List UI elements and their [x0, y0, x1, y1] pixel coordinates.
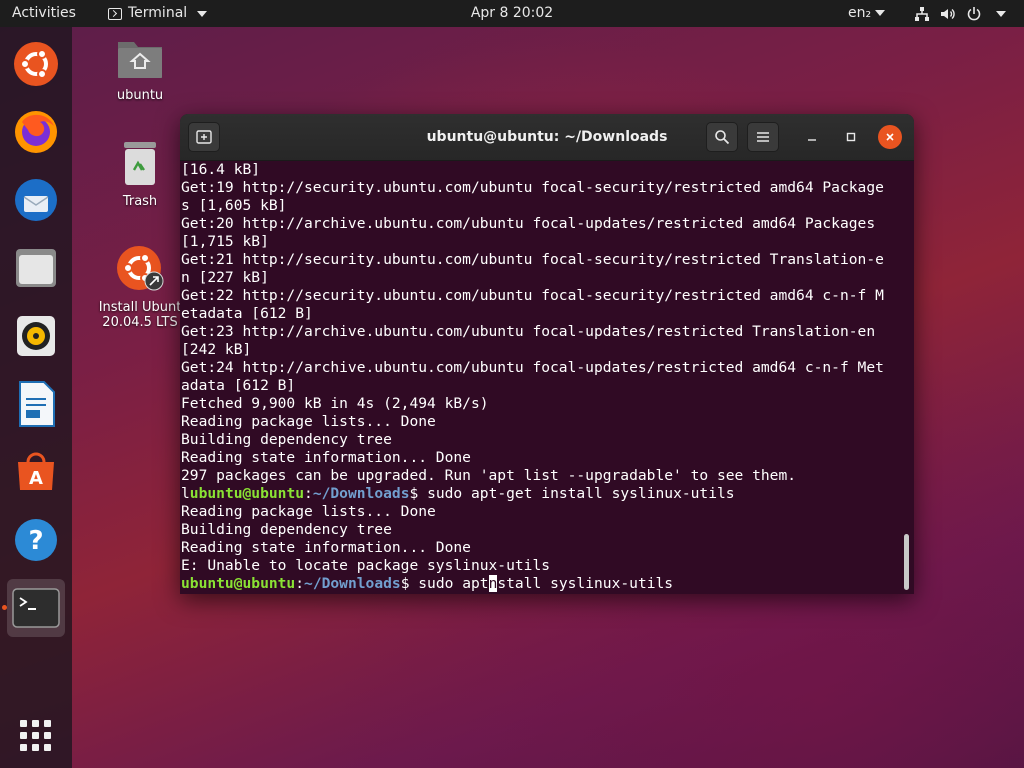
help-icon: ?	[15, 519, 57, 561]
network-icon	[915, 6, 929, 21]
dock-item-install-ubuntu[interactable]	[7, 35, 65, 93]
terminal-line: [16.4 kB]	[181, 161, 261, 178]
hamburger-menu-icon	[757, 132, 769, 142]
terminal-icon	[12, 588, 60, 628]
dock-item-terminal[interactable]	[7, 579, 65, 637]
terminal-line: Reading package lists... Done	[181, 503, 436, 520]
terminal-line: adata [612 B]	[181, 377, 296, 394]
terminal-line: [1,715 kB]	[181, 233, 269, 250]
dock-item-firefox[interactable]	[7, 103, 65, 161]
terminal-line: Get:21 http://security.ubuntu.com/ubuntu…	[181, 251, 884, 268]
volume-icon	[941, 8, 955, 19]
prompt-user: ubuntu@ubuntu	[181, 575, 296, 592]
terminal-line: Get:19 http://security.ubuntu.com/ubuntu…	[181, 179, 884, 196]
stray-char: l	[181, 485, 190, 502]
terminal-scrollbar[interactable]	[904, 534, 909, 590]
top-bar: Activities Terminal Apr 8 20:02 en₂	[0, 0, 1024, 27]
home-folder-icon	[118, 42, 162, 78]
writer-icon	[19, 381, 55, 427]
prompt-dollar: $	[409, 485, 428, 502]
terminal-line: Get:22 http://security.ubuntu.com/ubuntu…	[181, 287, 884, 304]
terminal-line: Reading state information... Done	[181, 539, 471, 556]
prompt-colon: :	[304, 485, 313, 502]
installer-label-line2: 20.04.5 LTS	[102, 315, 178, 330]
new-tab-button[interactable]	[188, 122, 220, 152]
desktop-icon-label: ubuntu	[116, 88, 164, 103]
dock-item-thunderbird[interactable]	[7, 171, 65, 229]
search-button[interactable]	[706, 122, 738, 152]
terminal-line: [242 kB]	[181, 341, 252, 358]
terminal-line: E: Unable to locate package syslinux-uti…	[181, 557, 551, 574]
terminal-line: n [227 kB]	[181, 269, 269, 286]
app-grid-icon	[20, 720, 51, 751]
running-indicator	[2, 605, 7, 610]
prompt-path: ~/Downloads	[312, 485, 410, 502]
firefox-icon	[15, 111, 57, 153]
close-icon	[886, 133, 894, 141]
dock-item-writer[interactable]	[7, 375, 65, 433]
software-icon: A	[18, 452, 54, 490]
close-button[interactable]	[878, 125, 902, 149]
dock: A ?	[0, 27, 72, 768]
command-input-after: stall syslinux-utils	[497, 575, 674, 592]
prompt-user: ubuntu@ubuntu	[189, 485, 305, 502]
prompt-line-current[interactable]: ubuntu@ubuntu:~/Downloads$ sudo aptnstal…	[181, 575, 901, 593]
prompt-line: lubuntu@ubuntu:~/Downloads$ sudo apt-get…	[181, 485, 901, 503]
prompt-path: ~/Downloads	[304, 575, 401, 592]
terminal-line: Get:20 http://archive.ubuntu.com/ubuntu …	[181, 215, 876, 232]
terminal-output[interactable]: [16.4 kB] Get:19 http://security.ubuntu.…	[181, 161, 901, 594]
desktop-icon-install-ubuntu[interactable]: Install Ubunt 20.04.5 LTS	[92, 244, 188, 330]
svg-text:A: A	[29, 468, 43, 489]
rhythmbox-icon	[17, 316, 55, 356]
files-icon	[16, 249, 56, 287]
dock-item-help[interactable]: ?	[7, 511, 65, 569]
installer-label-line1: Install Ubunt	[98, 300, 182, 315]
new-tab-icon	[196, 130, 212, 144]
input-source-label: en₂	[848, 5, 872, 21]
terminal-line: 297 packages can be upgraded. Run 'apt l…	[181, 467, 797, 484]
svg-text:?: ?	[28, 526, 43, 556]
power-icon	[967, 6, 981, 20]
search-icon	[715, 130, 730, 145]
maximize-icon	[846, 132, 856, 142]
clock-label: Apr 8 20:02	[470, 5, 554, 21]
chevron-down-icon	[875, 10, 886, 16]
terminal-window: ubuntu@ubuntu: ~/Downloads [16.4 kB] Get…	[180, 114, 914, 594]
maximize-button[interactable]	[839, 125, 863, 149]
minimize-button[interactable]	[800, 125, 824, 149]
command-text: sudo apt-get install syslinux-utils	[427, 485, 735, 502]
ubuntu-installer-icon	[14, 42, 58, 86]
terminal-line: etadata [612 B]	[181, 305, 313, 322]
terminal-line: Get:24 http://archive.ubuntu.com/ubuntu …	[181, 359, 884, 376]
terminal-line: Building dependency tree	[181, 521, 392, 538]
minimize-icon	[808, 139, 816, 141]
menu-button[interactable]	[747, 122, 779, 152]
terminal-line: s [1,605 kB]	[181, 197, 287, 214]
desktop-icon-label: Trash	[122, 194, 158, 209]
chevron-down-icon	[996, 10, 1006, 17]
dock-item-files[interactable]	[7, 239, 65, 297]
dock-item-rhythmbox[interactable]	[7, 307, 65, 365]
terminal-line: Building dependency tree	[181, 431, 392, 448]
terminal-line: Get:23 http://archive.ubuntu.com/ubuntu …	[181, 323, 876, 340]
system-status-menu[interactable]	[914, 0, 1006, 27]
desktop-icon-home[interactable]: ubuntu	[92, 36, 188, 103]
window-titlebar[interactable]: ubuntu@ubuntu: ~/Downloads	[180, 114, 914, 161]
prompt-colon: :	[295, 575, 305, 592]
trash-icon	[124, 142, 156, 185]
dock-item-ubuntu-software[interactable]: A	[7, 443, 65, 501]
thunderbird-icon	[15, 179, 57, 221]
show-applications-button[interactable]	[7, 707, 65, 765]
desktop-icon-trash[interactable]: Trash	[92, 140, 188, 209]
command-input-before: sudo apt	[418, 575, 489, 592]
terminal-line: Reading package lists... Done	[181, 413, 436, 430]
terminal-line: Fetched 9,900 kB in 4s (2,494 kB/s)	[181, 395, 489, 412]
ubuntu-installer-icon	[117, 246, 164, 291]
input-source-menu[interactable]: en₂	[848, 0, 886, 27]
terminal-line: Reading state information... Done	[181, 449, 471, 466]
desktop-icon-label: Install Ubunt 20.04.5 LTS	[92, 300, 188, 330]
prompt-dollar: $	[400, 575, 419, 592]
